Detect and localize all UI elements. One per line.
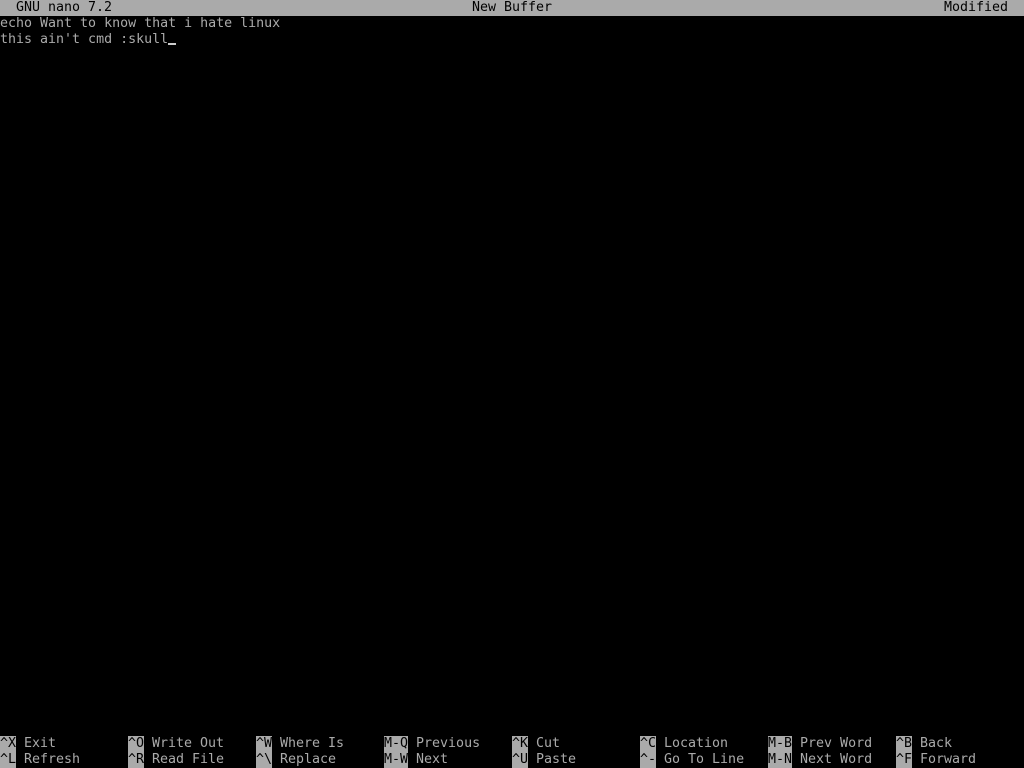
shortcut-prev-word[interactable]: M-B Prev Word [768,736,872,752]
shortcut-key: ^C [640,736,657,752]
shortcut-key: ^O [128,736,145,752]
shortcut-next-word[interactable]: M-N Next Word [768,752,872,768]
shortcut-write-out[interactable]: ^O Write Out [128,736,224,752]
shortcut-label: Read File [152,752,225,767]
shortcut-label: Refresh [24,752,81,767]
shortcut-key: M-B [768,736,793,752]
shortcut-key: ^B [896,736,913,752]
shortcut-key: ^K [512,736,529,752]
shortcut-key: ^W [256,736,273,752]
shortcut-label: Next [416,752,449,767]
shortcut-label: Next Word [800,752,873,767]
shortcut-label: Prev Word [800,736,873,751]
shortcut-next[interactable]: M-W Next [384,752,448,768]
shortcut-location[interactable]: ^C Location [640,736,728,752]
shortcut-read-file[interactable]: ^R Read File [128,752,224,768]
shortcut-paste[interactable]: ^U Paste [512,752,576,768]
shortcut-go-to-line[interactable]: ^- Go To Line [640,752,744,768]
shortcut-key: M-W [384,752,409,768]
modified-status: Modified [943,0,1008,15]
shortcut-key: M-Q [384,736,409,752]
shortcut-key: ^L [0,752,17,768]
text-editor-area[interactable]: echo Want to know that i hate linux this… [0,16,1024,736]
shortcut-label: Exit [24,736,57,751]
shortcut-back[interactable]: ^B Back [896,736,952,752]
shortcut-label: Paste [536,752,577,767]
buffer-name: New Buffer [471,0,553,15]
shortcut-label: Previous [416,736,481,751]
shortcut-key: ^U [512,752,529,768]
shortcut-exit[interactable]: ^X Exit [0,736,56,752]
editor-line[interactable]: echo Want to know that i hate linux [0,16,1024,32]
shortcut-label: Location [664,736,729,751]
title-bar: GNU nano 7.2 New Buffer Modified [0,0,1024,16]
shortcut-previous[interactable]: M-Q Previous [384,736,480,752]
shortcut-cut[interactable]: ^K Cut [512,736,560,752]
shortcut-key: ^X [0,736,17,752]
shortcut-label: Replace [280,752,337,767]
editor-line[interactable]: this ain't cmd :skull [0,32,1024,48]
shortcut-refresh[interactable]: ^L Refresh [0,752,80,768]
shortcut-label: Forward [920,752,977,767]
shortcut-label: Go To Line [664,752,745,767]
shortcut-label: Cut [536,736,561,751]
shortcut-key: ^R [128,752,145,768]
shortcut-label: Write Out [152,736,225,751]
shortcut-forward[interactable]: ^F Forward [896,752,976,768]
shortcut-key: ^- [640,752,657,768]
text-cursor [168,43,177,45]
shortcut-label: Back [920,736,953,751]
shortcut-label: Where Is [280,736,345,751]
shortcut-replace[interactable]: ^\ Replace [256,752,336,768]
shortcut-where-is[interactable]: ^W Where Is [256,736,344,752]
shortcut-key: M-N [768,752,793,768]
shortcut-key: ^F [896,752,913,768]
shortcut-key: ^\ [256,752,273,768]
shortcut-bar: ^X Exit ^O Write Out ^W Where Is M-Q Previou… [0,736,1024,768]
